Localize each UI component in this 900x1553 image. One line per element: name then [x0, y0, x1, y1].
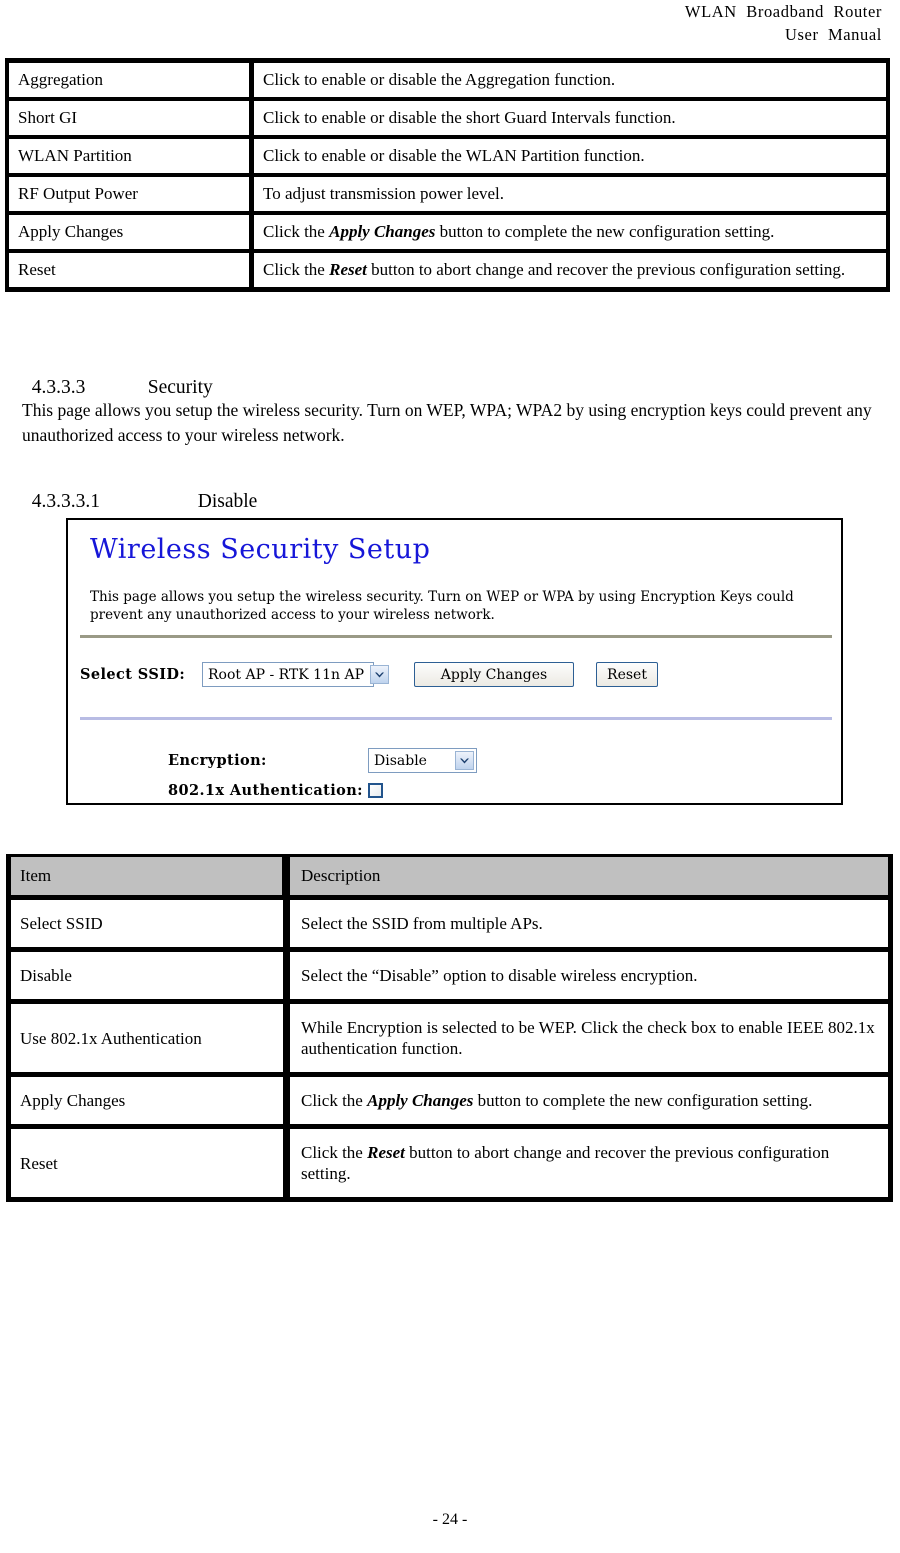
table-cell-description: Click the Reset button to abort change a…	[254, 253, 886, 287]
apply-changes-button[interactable]: Apply Changes	[414, 662, 574, 687]
table-cell-item: WLAN Partition	[9, 139, 254, 177]
column-header-description: Description	[290, 857, 888, 900]
table-body: Item Description Select SSID Select the SSI…	[11, 857, 888, 1197]
table-row: RF Output Power To adjust transmission po…	[9, 177, 886, 215]
select-ssid-value: Root AP - RTK 11n AP	[208, 666, 364, 683]
page-footer: - 24 -	[432, 1511, 468, 1528]
table-cell-item: Short GI	[9, 101, 254, 139]
table-cell-description: Click to enable or disable the Aggregati…	[254, 63, 886, 101]
table-header-row: Item Description	[11, 857, 888, 900]
emphasis-text: Reset	[329, 260, 367, 279]
dot1x-authentication-row: 802.1x Authentication:	[168, 782, 383, 799]
table-cell-description: Click the Apply Changes button to comple…	[254, 215, 886, 253]
table-row: Aggregation Click to enable or disable th…	[9, 63, 886, 101]
table-cell-description: Click the Apply Changes button to comple…	[290, 1077, 888, 1129]
table-cell-item: Select SSID	[11, 900, 290, 952]
table-cell-item: Use 802.1x Authentication	[11, 1004, 290, 1077]
panel-divider-top	[80, 635, 832, 638]
select-ssid-dropdown[interactable]: Root AP - RTK 11n AP	[202, 662, 389, 687]
table-cell-item: Aggregation	[9, 63, 254, 101]
encryption-row: Encryption: Disable	[168, 748, 477, 773]
chevron-down-icon	[455, 751, 474, 770]
table-cell-description: Click to enable or disable the WLAN Part…	[254, 139, 886, 177]
section-heading-disable: 4.3.3.3.1 Disable	[22, 466, 258, 514]
panel-title: Wireless Security Setup	[90, 534, 431, 565]
table-row: Apply Changes Click the Apply Changes but…	[11, 1077, 888, 1129]
section-number: 4.3.3.3	[31, 377, 86, 398]
table-row: WLAN Partition Click to enable or disable…	[9, 139, 886, 177]
table-row: Disable Select the “Disable” option to di…	[11, 952, 888, 1004]
emphasis-text: Apply Changes	[329, 222, 436, 241]
reset-button[interactable]: Reset	[596, 662, 658, 687]
subsection-title: Disable	[197, 491, 258, 512]
section-paragraph-security: This page allows you setup the wireless …	[22, 400, 872, 445]
table-row: Select SSID Select the SSID from multiple…	[11, 900, 888, 952]
panel-description: This page allows you setup the wireless …	[90, 589, 794, 623]
dot1x-authentication-label: 802.1x Authentication:	[168, 782, 363, 799]
table-row: Reset Click the Reset button to abort cha…	[11, 1129, 888, 1197]
emphasis-text: Apply Changes	[367, 1091, 474, 1110]
table-row: Use 802.1x Authentication While Encryptio…	[11, 1004, 888, 1077]
table-cell-description: While Encryption is selected to be WEP. …	[290, 1004, 888, 1077]
column-header-item: Item	[11, 857, 290, 900]
table-cell-description: Select the “Disable” option to disable w…	[290, 952, 888, 1004]
encryption-dropdown[interactable]: Disable	[368, 748, 477, 773]
panel-divider-middle	[80, 717, 832, 720]
wireless-advanced-settings-table: Aggregation Click to enable or disable th…	[5, 58, 890, 292]
table-cell-description: Select the SSID from multiple APs.	[290, 900, 888, 952]
select-ssid-row: Select SSID: Root AP - RTK 11n AP Apply …	[80, 662, 658, 687]
table-cell-description: To adjust transmission power level.	[254, 177, 886, 215]
subsection-number: 4.3.3.3.1	[31, 491, 100, 512]
dot1x-authentication-checkbox[interactable]	[368, 783, 383, 798]
section-title: Security	[147, 377, 213, 398]
table-cell-item: RF Output Power	[9, 177, 254, 215]
table-cell-item: Apply Changes	[11, 1077, 290, 1129]
chevron-down-icon	[370, 665, 389, 684]
table-cell-item: Reset	[9, 253, 254, 287]
document-header-line-2: User Manual	[784, 25, 882, 44]
security-description-table: Item Description Select SSID Select the SSI…	[6, 854, 893, 1202]
document-header: WLAN Broadband Router User Manual	[462, 0, 882, 46]
table-row: Short GI Click to enable or disable the s…	[9, 101, 886, 139]
wireless-security-setup-panel: Wireless Security Setup This page allows…	[66, 518, 843, 805]
table-cell-description: Click the Reset button to abort change a…	[290, 1129, 888, 1197]
table-row: Reset Click the Reset button to abort cha…	[9, 253, 886, 287]
select-ssid-label: Select SSID:	[80, 666, 186, 683]
document-header-line-1: WLAN Broadband Router	[684, 2, 882, 21]
emphasis-text: Reset	[367, 1143, 405, 1162]
table-cell-description: Click to enable or disable the short Gua…	[254, 101, 886, 139]
table-cell-item: Apply Changes	[9, 215, 254, 253]
section-heading-security: 4.3.3.3 Security	[22, 352, 213, 400]
encryption-label: Encryption:	[168, 752, 267, 769]
table-cell-item: Disable	[11, 952, 290, 1004]
table-cell-item: Reset	[11, 1129, 290, 1197]
encryption-value: Disable	[374, 752, 427, 769]
table-row: Apply Changes Click the Apply Changes but…	[9, 215, 886, 253]
table-body: Aggregation Click to enable or disable th…	[9, 63, 886, 287]
